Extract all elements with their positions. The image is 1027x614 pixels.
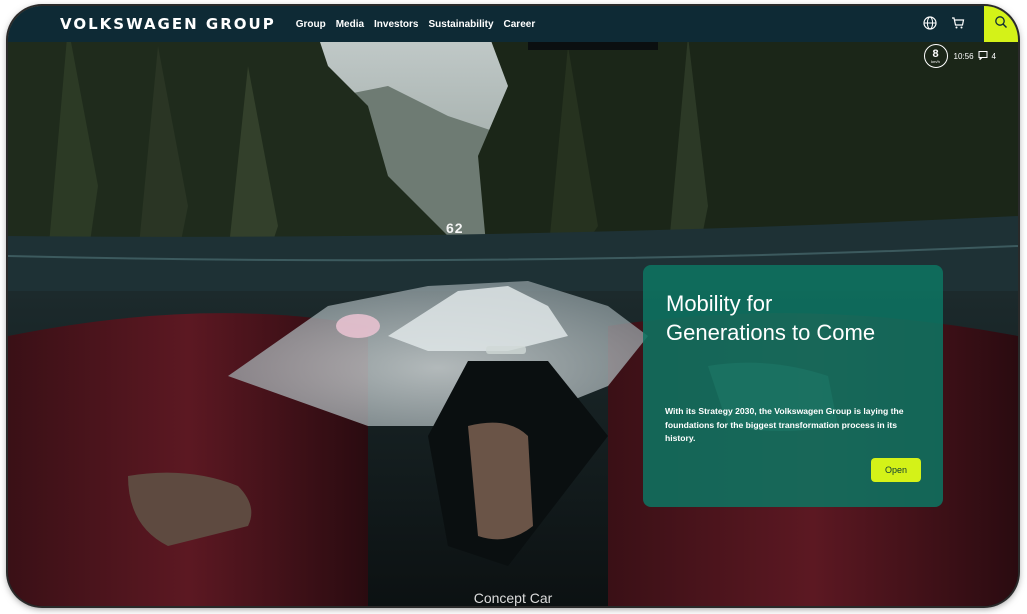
nav-link-investors[interactable]: Investors: [374, 19, 418, 30]
hero-caption: Concept Car: [473, 590, 553, 606]
search-icon: [994, 15, 1008, 34]
browser-viewport: VOLKSWAGEN GROUP Group Media Investors S…: [8, 6, 1018, 606]
open-button[interactable]: Open: [871, 458, 921, 482]
hud-status-cluster: 8 km/h 10:56 4: [923, 44, 996, 68]
card-description: With its Strategy 2030, the Volkswagen G…: [665, 406, 904, 443]
nav-link-media[interactable]: Media: [336, 19, 364, 30]
volkswagen-group-logo[interactable]: VOLKSWAGEN GROUP: [60, 15, 276, 33]
hud-range-unit: km/h: [931, 58, 940, 64]
hud-range-number: 8: [932, 47, 939, 60]
search-button[interactable]: [984, 6, 1018, 42]
hud-range-gauge: 8 km/h: [923, 44, 948, 68]
top-icon-group: [922, 15, 966, 31]
hud-speed-readout: 62: [446, 220, 464, 236]
globe-icon[interactable]: [922, 15, 938, 31]
nav-link-sustainability[interactable]: Sustainability: [429, 19, 494, 30]
top-navigation-bar: VOLKSWAGEN GROUP Group Media Investors S…: [8, 6, 1018, 42]
teaser-card: Mobility for Generations to Come With it…: [643, 265, 943, 507]
card-title: Mobility for Generations to Come: [666, 291, 876, 345]
message-icon: [978, 47, 988, 65]
nav-link-career[interactable]: Career: [504, 19, 536, 30]
hud-clock: 10:56: [953, 51, 974, 61]
main-nav: Group Media Investors Sustainability Car…: [296, 19, 546, 30]
cart-icon[interactable]: [950, 15, 966, 31]
hud-message-count: 4: [991, 51, 996, 61]
nav-link-group[interactable]: Group: [296, 19, 326, 30]
